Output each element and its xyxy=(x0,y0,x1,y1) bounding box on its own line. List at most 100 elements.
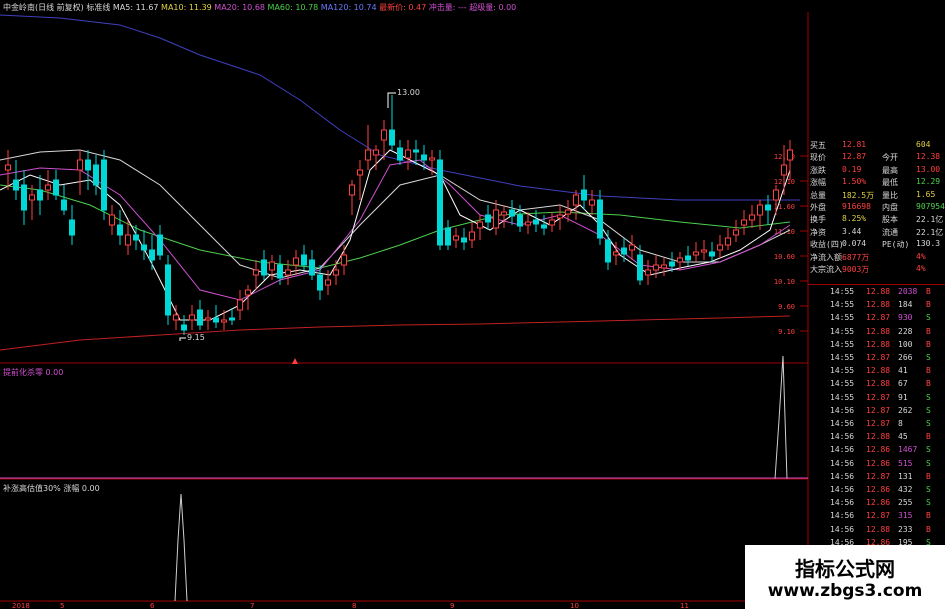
tick-row[interactable]: 14:55 12.88 67 B xyxy=(808,379,945,391)
quote-label: 收益(四) xyxy=(810,240,844,250)
tick-row[interactable]: 14:56 12.87 8 S xyxy=(808,419,945,431)
tick-price: 12.88 xyxy=(866,524,891,534)
quote-value: 907954 xyxy=(916,202,945,211)
quote-value: 1.50% xyxy=(842,177,867,187)
tick-time: 14:55 xyxy=(830,339,855,349)
panel3-legend: 补涨高估值30% 涨幅 0.00 xyxy=(3,483,100,494)
tick-volume: 262 xyxy=(898,405,913,415)
tick-time: 14:56 xyxy=(830,419,855,428)
candle xyxy=(229,308,235,325)
quote-value: 1.65 xyxy=(916,189,936,199)
quote-label: 换手 xyxy=(810,215,826,225)
quote-label: 最高 xyxy=(882,165,898,175)
candlestick-series xyxy=(5,95,793,335)
quote-row: 买五 12.81 604 xyxy=(808,140,945,152)
candle xyxy=(117,210,123,245)
candle xyxy=(29,185,35,220)
panel3-value: 0.00 xyxy=(81,484,100,493)
date-label: 9 xyxy=(450,602,454,609)
peak-price-label: 13.00 xyxy=(397,88,420,97)
quote-row: 换手 8.25% 股本 22.1亿 xyxy=(808,214,945,226)
date-label: 8 xyxy=(352,602,356,609)
indicator-tag[interactable]: 标准线 xyxy=(86,3,110,12)
tick-price: 12.88 xyxy=(866,339,891,349)
quote-label: 买五 xyxy=(810,141,826,150)
candle xyxy=(709,242,715,262)
tick-volume: 930 xyxy=(898,313,913,323)
tick-side: S xyxy=(926,498,931,508)
candle xyxy=(189,305,195,330)
candle xyxy=(693,242,699,262)
tick-volume: 315 xyxy=(898,511,913,521)
tick-row[interactable]: 14:56 12.88 45 B xyxy=(808,432,945,444)
quote-row: 外盘 916698 内盘 907954 xyxy=(808,202,945,214)
low-marker xyxy=(179,337,186,341)
candle xyxy=(645,260,651,285)
tick-row[interactable]: 14:55 12.87 266 S xyxy=(808,353,945,365)
kline-chart[interactable]: 12.6012.1011.6011.1010.6010.109.609.10 2… xyxy=(0,0,945,609)
candle xyxy=(349,180,355,215)
tick-row[interactable]: 14:56 12.87 131 B xyxy=(808,472,945,484)
panel2-label[interactable]: 提前化杀零 xyxy=(3,368,43,377)
quote-label: 今开 xyxy=(882,153,898,163)
tick-row[interactable]: 14:55 12.87 930 S xyxy=(808,313,945,325)
quote-label: 总量 xyxy=(810,190,826,200)
tick-time: 14:55 xyxy=(830,287,855,296)
quote-label: 最低 xyxy=(882,178,898,188)
tick-volume: 228 xyxy=(898,326,913,336)
candle xyxy=(589,190,595,215)
quote-row: 现价 12.87 今开 12.38 xyxy=(808,152,945,164)
date-label: 11 xyxy=(680,602,689,609)
tick-row[interactable]: 14:56 12.86 255 S xyxy=(808,498,945,510)
tick-time: 14:55 xyxy=(830,366,855,376)
tick-time: 14:56 xyxy=(830,511,855,521)
tick-row[interactable]: 14:55 12.88 228 B xyxy=(808,327,945,339)
tick-side: S xyxy=(926,313,931,323)
quote-value: 3.44 xyxy=(842,226,862,236)
tick-volume: 91 xyxy=(898,392,908,402)
tick-time: 14:55 xyxy=(830,379,855,389)
quote-row: 净资 3.44 流通 22.1亿 xyxy=(808,227,945,239)
tick-row[interactable]: 14:56 12.87 315 B xyxy=(808,511,945,523)
ma10-label: MA10: 11.39 xyxy=(161,3,212,12)
candle xyxy=(493,200,499,235)
tick-side: S xyxy=(926,405,931,415)
tick-row[interactable]: 14:56 12.86 515 S xyxy=(808,459,945,471)
quote-label: 量比 xyxy=(882,190,898,200)
candle xyxy=(141,230,147,260)
tick-row[interactable]: 14:56 12.88 233 B xyxy=(808,525,945,537)
tick-row[interactable]: 14:56 12.86 1467 S xyxy=(808,445,945,457)
quote-value: 8.25% xyxy=(842,214,867,224)
tick-row[interactable]: 14:55 12.88 41 B xyxy=(808,366,945,378)
candle xyxy=(93,155,99,195)
candle xyxy=(53,170,59,200)
quote-value: 12.81 xyxy=(842,140,867,149)
stock-name[interactable]: 中金岭南(日线 前复权) xyxy=(3,3,84,12)
tick-row[interactable]: 14:55 12.87 91 S xyxy=(808,393,945,405)
tick-side: B xyxy=(926,300,931,310)
tick-row[interactable]: 14:55 12.88 100 B xyxy=(808,340,945,352)
tick-time: 14:56 xyxy=(830,485,855,494)
quote-row: 收益(四) 0.074 PE(动) 130.3 xyxy=(808,239,945,251)
quote-value: 9003万 xyxy=(842,265,870,274)
candle xyxy=(197,300,203,330)
tick-row[interactable]: 14:56 12.86 432 S xyxy=(808,485,945,497)
tick-price: 12.88 xyxy=(866,326,891,336)
tick-row[interactable]: 14:56 12.87 262 S xyxy=(808,406,945,418)
tick-row[interactable]: 14:55 12.88 2038 B xyxy=(808,287,945,299)
candle xyxy=(565,200,571,222)
candle xyxy=(61,185,67,215)
candle xyxy=(101,150,107,220)
tick-volume: 184 xyxy=(898,300,913,310)
panel2-legend: 提前化杀零 0.00 xyxy=(3,367,63,378)
candle xyxy=(661,258,667,276)
panel3-label[interactable]: 补涨高估值30% xyxy=(3,484,61,493)
tick-row[interactable]: 14:55 12.88 184 B xyxy=(808,300,945,312)
quote-value: 0.074 xyxy=(842,239,867,249)
candle xyxy=(501,205,507,228)
quote-panel: 买五 12.81 604 现价 12.87 今开 12.38 涨跌 0.19 最高 13.00 涨幅 1… xyxy=(808,140,945,609)
candle xyxy=(685,246,691,266)
quote-value: 12.29 xyxy=(916,177,941,187)
quote-value: 4% xyxy=(916,264,926,273)
cursor-arrow-icon xyxy=(292,358,298,364)
